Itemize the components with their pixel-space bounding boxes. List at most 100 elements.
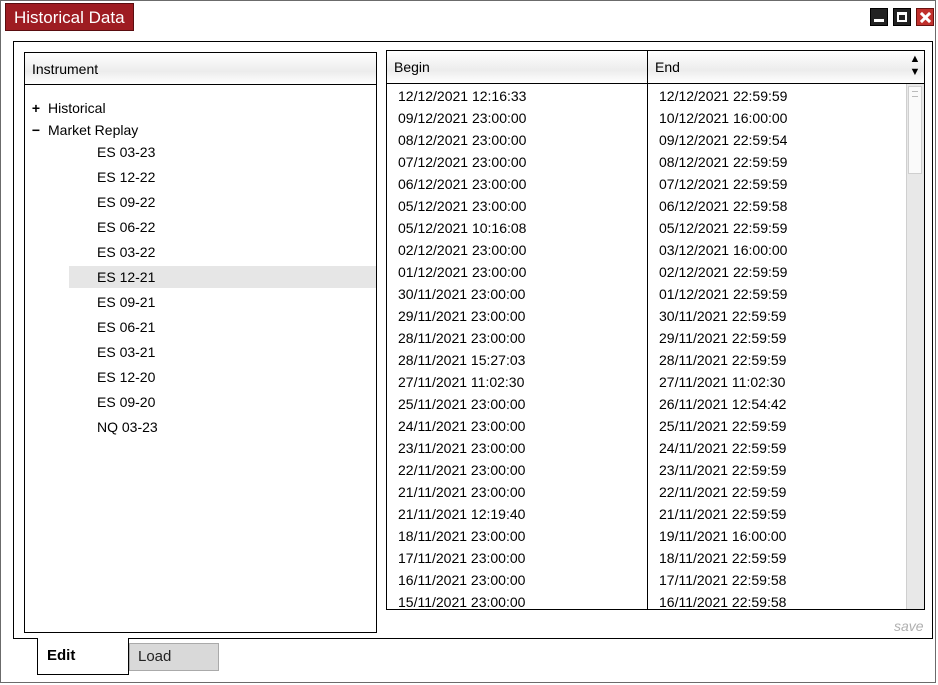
cell-begin: 28/11/2021 23:00:00 [398, 330, 526, 346]
instrument-column-header[interactable]: Instrument [25, 53, 376, 85]
table-row[interactable]: 25/11/2021 23:00:00 26/11/2021 12:54:42 [387, 393, 906, 415]
table-row[interactable]: 17/11/2021 23:00:00 18/11/2021 22:59:59 [387, 547, 906, 569]
table-row[interactable]: 15/11/2021 23:00:00 16/11/2021 22:59:58 [387, 591, 906, 610]
tree-item-instrument[interactable]: ES 12-20 [69, 366, 376, 388]
cell-end: 16/11/2021 22:59:58 [659, 594, 787, 610]
minimize-icon[interactable] [870, 8, 888, 26]
cell-begin: 29/11/2021 23:00:00 [398, 308, 526, 324]
table-row[interactable]: 06/12/2021 23:00:00 07/12/2021 22:59:59 [387, 173, 906, 195]
tree-node-label: Historical [48, 100, 106, 116]
tree-item-instrument[interactable]: ES 09-20 [69, 391, 376, 413]
cell-end: 23/11/2021 22:59:59 [659, 462, 787, 478]
table-row[interactable]: 29/11/2021 23:00:00 30/11/2021 22:59:59 [387, 305, 906, 327]
column-header-begin[interactable]: Begin [387, 51, 648, 83]
tree-item-instrument[interactable]: ES 09-21 [69, 291, 376, 313]
tree-item-instrument[interactable]: ES 12-21 [69, 266, 376, 288]
cell-end: 19/11/2021 16:00:00 [659, 528, 787, 544]
tree-item-instrument[interactable]: ES 12-22 [69, 166, 376, 188]
table-row[interactable]: 23/11/2021 23:00:00 24/11/2021 22:59:59 [387, 437, 906, 459]
cell-begin: 18/11/2021 23:00:00 [398, 528, 526, 544]
expand-plus-icon[interactable]: + [31, 98, 41, 118]
tree-item-label: ES 03-21 [97, 344, 156, 360]
cell-begin: 27/11/2021 11:02:30 [398, 374, 525, 390]
tree-item-instrument[interactable]: ES 03-23 [69, 141, 376, 163]
cell-begin: 28/11/2021 15:27:03 [398, 352, 526, 368]
cell-begin: 06/12/2021 23:00:00 [398, 176, 527, 192]
scrollbar-thumb[interactable] [908, 86, 922, 174]
table-row[interactable]: 27/11/2021 11:02:30 27/11/2021 11:02:30 [387, 371, 906, 393]
cell-begin: 09/12/2021 23:00:00 [398, 110, 527, 126]
cell-end: 18/11/2021 22:59:59 [659, 550, 787, 566]
tree-node-label: Market Replay [48, 122, 139, 138]
tree-item-label: ES 09-20 [97, 394, 156, 410]
cell-begin: 21/11/2021 23:00:00 [398, 484, 526, 500]
table-row[interactable]: 07/12/2021 23:00:00 08/12/2021 22:59:59 [387, 151, 906, 173]
tree-item-instrument[interactable]: ES 06-22 [69, 216, 376, 238]
collapse-minus-icon[interactable]: − [31, 120, 41, 140]
instrument-tree-panel: Instrument + Historical − Market Replay … [24, 52, 377, 633]
cell-end: 05/12/2021 22:59:59 [659, 220, 788, 236]
cell-end: 10/12/2021 16:00:00 [659, 110, 788, 126]
table-row[interactable]: 05/12/2021 23:00:00 06/12/2021 22:59:58 [387, 195, 906, 217]
cell-begin: 22/11/2021 23:00:00 [398, 462, 526, 478]
table-row[interactable]: 12/12/2021 12:16:33 12/12/2021 22:59:59 [387, 85, 906, 107]
table-row[interactable]: 08/12/2021 23:00:00 09/12/2021 22:59:54 [387, 129, 906, 151]
table-row[interactable]: 22/11/2021 23:00:00 23/11/2021 22:59:59 [387, 459, 906, 481]
table-row[interactable]: 30/11/2021 23:00:00 01/12/2021 22:59:59 [387, 283, 906, 305]
cell-end: 06/12/2021 22:59:58 [659, 198, 788, 214]
window-title: Historical Data [5, 3, 134, 31]
cell-begin: 30/11/2021 23:00:00 [398, 286, 526, 302]
vertical-scrollbar[interactable] [906, 84, 924, 609]
tree-item-instrument[interactable]: ES 09-22 [69, 191, 376, 213]
table-row[interactable]: 01/12/2021 23:00:00 02/12/2021 22:59:59 [387, 261, 906, 283]
cell-begin: 25/11/2021 23:00:00 [398, 396, 526, 412]
tab-load[interactable]: Load [129, 643, 219, 671]
tree-item-label: ES 09-21 [97, 294, 156, 310]
save-button[interactable]: save [894, 618, 924, 634]
cell-end: 01/12/2021 22:59:59 [659, 286, 788, 302]
tab-edit[interactable]: Edit [37, 638, 129, 675]
close-icon[interactable] [916, 8, 934, 26]
cell-begin: 02/12/2021 23:00:00 [398, 242, 527, 258]
table-row[interactable]: 21/11/2021 12:19:40 21/11/2021 22:59:59 [387, 503, 906, 525]
cell-end: 28/11/2021 22:59:59 [659, 352, 787, 368]
tree-item-instrument[interactable]: ES 03-22 [69, 241, 376, 263]
cell-end: 07/12/2021 22:59:59 [659, 176, 788, 192]
table-row[interactable]: 28/11/2021 23:00:00 29/11/2021 22:59:59 [387, 327, 906, 349]
table-row[interactable]: 28/11/2021 15:27:03 28/11/2021 22:59:59 [387, 349, 906, 371]
tree-item-label: ES 03-23 [97, 144, 156, 160]
cell-begin: 21/11/2021 12:19:40 [398, 506, 526, 522]
cell-begin: 15/11/2021 23:00:00 [398, 594, 526, 610]
tree-item-label: ES 12-22 [97, 169, 156, 185]
table-row[interactable]: 09/12/2021 23:00:00 10/12/2021 16:00:00 [387, 107, 906, 129]
tree-item-label: ES 09-22 [97, 194, 156, 210]
cell-begin: 05/12/2021 10:16:08 [398, 220, 527, 236]
table-body: 12/12/2021 12:16:33 12/12/2021 22:59:59 09… [387, 84, 906, 610]
table-row[interactable]: 18/11/2021 23:00:00 19/11/2021 16:00:00 [387, 525, 906, 547]
cell-end: 17/11/2021 22:59:58 [659, 572, 787, 588]
cell-begin: 23/11/2021 23:00:00 [398, 440, 526, 456]
tree-item-instrument[interactable]: ES 03-21 [69, 341, 376, 363]
table-row[interactable]: 05/12/2021 10:16:08 05/12/2021 22:59:59 [387, 217, 906, 239]
cell-end: 21/11/2021 22:59:59 [659, 506, 787, 522]
title-bar[interactable]: Historical Data [1, 1, 935, 33]
cell-end: 27/11/2021 11:02:30 [659, 374, 786, 390]
table-row[interactable]: 24/11/2021 23:00:00 25/11/2021 22:59:59 [387, 415, 906, 437]
cell-begin: 12/12/2021 12:16:33 [398, 88, 527, 104]
cell-end: 22/11/2021 22:59:59 [659, 484, 787, 500]
column-header-end[interactable]: End [648, 51, 906, 83]
tree-item-instrument[interactable]: NQ 03-23 [69, 416, 376, 438]
historical-data-window: Historical Data Instrument + Historical … [0, 0, 936, 683]
tree-item-instrument[interactable]: ES 06-21 [69, 316, 376, 338]
table-row[interactable]: 02/12/2021 23:00:00 03/12/2021 16:00:00 [387, 239, 906, 261]
cell-begin: 01/12/2021 23:00:00 [398, 264, 527, 280]
cell-end: 30/11/2021 22:59:59 [659, 308, 787, 324]
date-range-table: Begin End ▲ ▼ 12/12/2021 12:16:33 12/12/20… [386, 50, 925, 610]
cell-end: 25/11/2021 22:59:59 [659, 418, 787, 434]
table-row[interactable]: 16/11/2021 23:00:00 17/11/2021 22:59:58 [387, 569, 906, 591]
cell-end: 26/11/2021 12:54:42 [659, 396, 787, 412]
maximize-icon[interactable] [893, 8, 911, 26]
table-row[interactable]: 21/11/2021 23:00:00 22/11/2021 22:59:59 [387, 481, 906, 503]
cell-end: 08/12/2021 22:59:59 [659, 154, 788, 170]
sort-arrows-icon[interactable]: ▲ ▼ [908, 53, 922, 81]
